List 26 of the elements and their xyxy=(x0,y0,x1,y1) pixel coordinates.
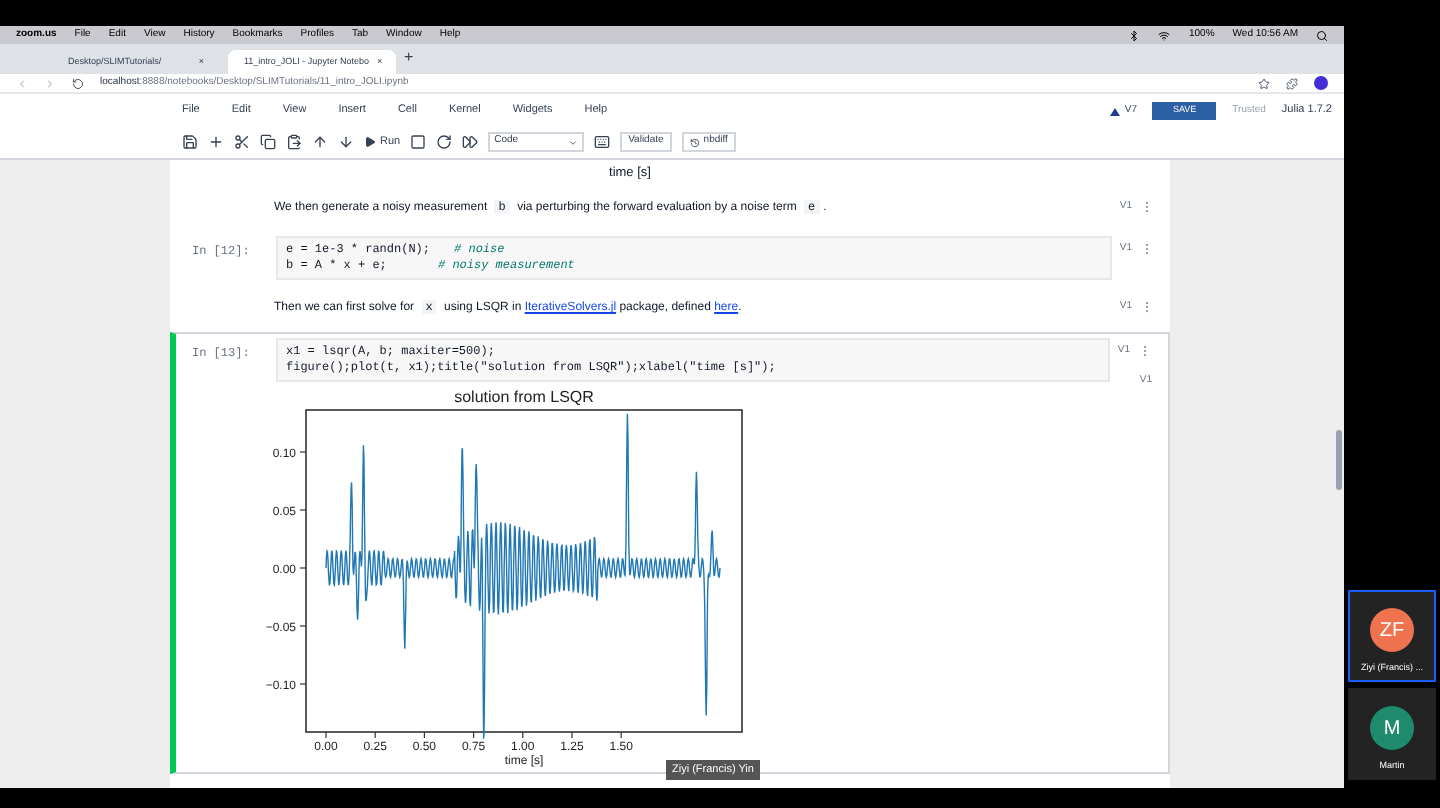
fast-forward-icon[interactable] xyxy=(462,134,479,150)
cut-icon[interactable] xyxy=(234,134,250,150)
bluetooth-icon[interactable] xyxy=(1128,29,1141,41)
extensions-icon[interactable] xyxy=(1286,77,1298,89)
code-cell[interactable] xyxy=(170,331,1170,774)
wifi-icon[interactable] xyxy=(1158,29,1171,41)
keyboard-icon[interactable] xyxy=(594,134,611,150)
arrow-down-icon[interactable] xyxy=(338,134,354,150)
search-icon[interactable] xyxy=(1316,29,1328,41)
new-tab-button[interactable]: + xyxy=(404,46,414,70)
paste-icon[interactable] xyxy=(286,134,302,150)
reload-icon[interactable] xyxy=(72,77,84,89)
profile-avatar[interactable] xyxy=(1314,76,1328,90)
add-icon[interactable] xyxy=(208,134,224,150)
stop-icon[interactable] xyxy=(410,134,427,150)
copy-icon[interactable] xyxy=(260,134,276,150)
history-icon xyxy=(689,137,700,147)
triangle-icon xyxy=(1110,107,1121,115)
plot-title: solution from LSQR xyxy=(454,387,594,406)
restart-icon[interactable] xyxy=(436,134,453,150)
scrollbar-thumb[interactable] xyxy=(1336,430,1342,490)
star-icon[interactable] xyxy=(1258,77,1270,89)
save-icon[interactable] xyxy=(182,134,198,150)
arrow-up-icon[interactable] xyxy=(312,134,328,150)
play-icon xyxy=(364,136,376,148)
chevron-down-icon xyxy=(568,137,579,147)
